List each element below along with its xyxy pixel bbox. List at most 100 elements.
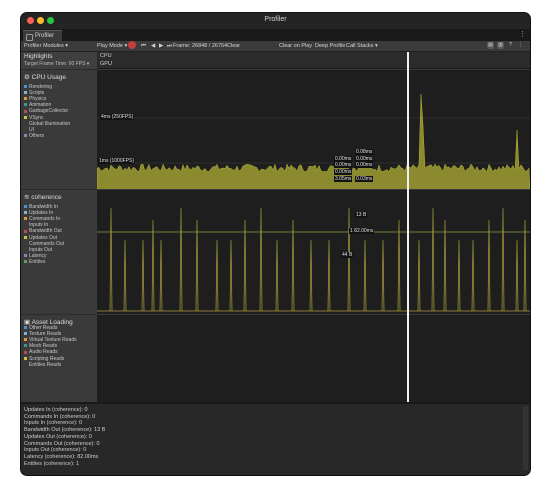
clear-button[interactable]: Clear	[227, 42, 240, 50]
asset-item[interactable]: Other Reads	[24, 325, 57, 331]
cpu-legend-swatch	[24, 103, 27, 107]
label-4ms: 4ms (250FPS)	[100, 114, 135, 120]
coherence-item[interactable]: Updates Out	[24, 235, 57, 241]
coherence-module[interactable]: ≋ coherence Bandwidth In Updates In Comman…	[21, 189, 97, 300]
bandwidth-spike	[195, 219, 199, 312]
play-mode-dropdown[interactable]: Play Mode ▾	[97, 42, 127, 50]
cpu-module[interactable]: ⚙ CPU Usage Rendering Scripts Physics Anima…	[21, 69, 97, 190]
coherence-legend-swatch	[24, 253, 27, 257]
cpu-legend-swatch	[24, 115, 27, 119]
coherence-module-title: ≋ coherence	[24, 193, 62, 201]
cpu-item[interactable]: Physics	[24, 96, 46, 102]
chart-area[interactable]: CPU GPU 4ms (250FPS) 1ms (1000FPS) 0.08m…	[97, 52, 530, 403]
profiler-tab-icon	[26, 34, 33, 41]
coherence-item[interactable]: Updates In	[24, 210, 53, 216]
last-frame-icon[interactable]: ⏭	[167, 42, 172, 50]
asset-item-label: Virtual Texture Reads	[29, 337, 77, 344]
bandwidth-spike	[487, 219, 491, 312]
asset-item[interactable]: Texture Reads	[24, 331, 61, 337]
asset-item[interactable]: Audio Reads	[24, 349, 58, 355]
frame-cursor[interactable]	[407, 52, 409, 402]
asset-item-label: Scripting Reads	[29, 355, 65, 362]
asset-item[interactable]: Virtual Texture Reads	[24, 337, 77, 343]
first-frame-icon[interactable]: ⏮	[141, 42, 146, 50]
target-frame-label: Target Frame Time: 60 FPS	[24, 61, 86, 67]
coherence-legend-swatch	[24, 235, 27, 239]
cpu-item[interactable]: UI	[24, 127, 34, 133]
cpu-item[interactable]: VSync	[24, 115, 43, 121]
play-mode-label: Play Mode	[97, 43, 123, 49]
cpu-item[interactable]: Animation	[24, 102, 51, 108]
coherence-item[interactable]: Entities	[24, 259, 45, 265]
bandwidth-spike	[309, 239, 313, 312]
coherence-legend-swatch	[24, 260, 27, 264]
save-icon[interactable]: ▥	[497, 42, 504, 49]
coherence-item-label: Inputs Out	[29, 246, 53, 253]
asset-legend-swatch	[24, 338, 27, 342]
cpu-item[interactable]: Global Illumination	[24, 121, 70, 127]
cpu-item-label: Global Illumination	[29, 120, 71, 127]
coherence-legend-swatch	[24, 211, 27, 215]
cpu-legend-swatch	[24, 133, 27, 137]
cpu-item[interactable]: GarbageCollector	[24, 108, 68, 114]
record-button[interactable]	[128, 41, 136, 49]
cpu-item[interactable]: Others	[24, 133, 44, 139]
cpu-value-5: 0.00ms	[355, 162, 374, 168]
asset-loading-module[interactable]: ▣ Asset Loading Other Reads Texture Reads…	[21, 314, 97, 403]
cpu-item[interactable]: Rendering	[24, 84, 52, 90]
help-icon[interactable]: ?	[507, 42, 514, 49]
asset-item[interactable]: Entities Reads	[24, 362, 61, 368]
menu-icon[interactable]: ⋮	[517, 42, 524, 49]
coherence-item-label: Updates In	[29, 210, 54, 217]
coherence-item[interactable]: Commands In	[24, 216, 60, 222]
asset-item[interactable]: Mesh Reads	[24, 343, 57, 349]
bandwidth-spike	[417, 239, 421, 312]
coherence-chart[interactable]: 13 B 1 82.00ms 44 B	[97, 189, 530, 315]
cpu-chart[interactable]: 4ms (250FPS) 1ms (1000FPS) 0.08ms 0.00ms…	[97, 69, 530, 190]
bandwidth-spike	[151, 219, 155, 312]
deep-profile-toggle[interactable]: Deep Profile	[315, 42, 345, 50]
asset-legend-swatch	[24, 363, 27, 366]
bandwidth-spike	[229, 239, 233, 312]
target-frame-dropdown[interactable]: Target Frame Time: 60 FPS ▾	[24, 61, 89, 67]
cpu-legend-swatch	[24, 128, 27, 131]
coherence-item[interactable]: Latency	[24, 253, 47, 259]
cpu-value-4: 0.00ms	[334, 162, 353, 168]
bandwidth-spike	[363, 239, 367, 312]
coherence-legend-swatch	[24, 217, 27, 221]
coherence-chart-graph	[97, 207, 530, 312]
coherence-item[interactable]: Commands Out	[24, 241, 64, 247]
asset-loading-chart[interactable]	[97, 314, 530, 403]
cpu-module-title-text: CPU Usage	[31, 74, 66, 81]
coherence-item[interactable]: Bandwidth Out	[24, 228, 62, 234]
asset-item[interactable]: Scripting Reads	[24, 356, 64, 362]
bandwidth-spike	[457, 239, 461, 312]
clear-on-play-toggle[interactable]: Clear on Play	[279, 42, 312, 50]
cpu-item-label: GarbageCollector	[29, 108, 69, 115]
coherence-value-a: 13 B	[355, 212, 368, 218]
bandwidth-spike	[431, 207, 435, 312]
load-icon[interactable]: ▤	[487, 42, 494, 49]
call-stacks-dropdown[interactable]: Call Stacks ▾	[346, 42, 378, 50]
bandwidth-spike	[381, 239, 385, 312]
bandwidth-spike	[327, 239, 331, 312]
cpu-legend-swatch	[24, 122, 27, 125]
next-frame-icon[interactable]: ▶	[159, 42, 163, 50]
call-stacks-label: Call Stacks	[346, 43, 374, 49]
coherence-item[interactable]: Inputs In	[24, 222, 48, 228]
cpu-legend-swatch	[24, 85, 27, 89]
asset-item-label: Audio Reads	[29, 349, 58, 356]
detail-line: Entities (coherence): 1	[24, 460, 80, 467]
more-icon[interactable]: ⋮	[519, 30, 526, 38]
cpu-value-6: 0.00ms	[334, 169, 353, 175]
asset-item-label: Mesh Reads	[29, 343, 58, 350]
coherence-item[interactable]: Inputs Out	[24, 247, 52, 253]
gpu-timeline-strip[interactable]: GPU	[97, 60, 530, 69]
cpu-item[interactable]: Scripts	[24, 90, 44, 96]
coherence-legend-swatch	[24, 205, 27, 209]
profiler-modules-dropdown[interactable]: Profiler Modules ▾	[24, 42, 68, 50]
prev-frame-icon[interactable]: ◀	[151, 42, 155, 50]
coherence-item[interactable]: Bandwidth In	[24, 204, 58, 210]
asset-item-label: Entities Reads	[29, 361, 62, 368]
details-scrollbar[interactable]	[523, 406, 528, 470]
